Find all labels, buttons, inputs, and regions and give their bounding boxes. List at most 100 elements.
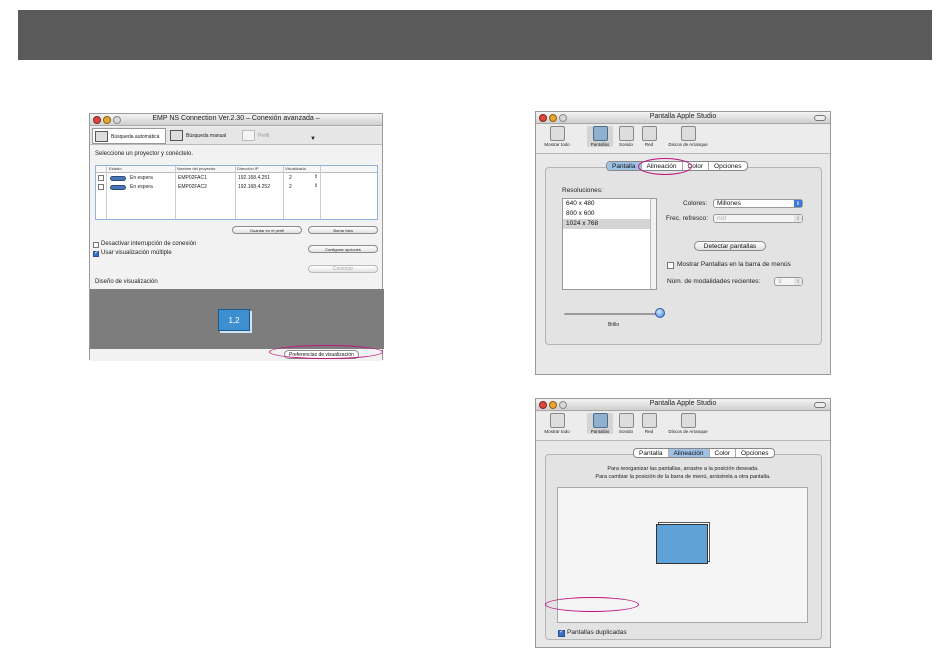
- display-preferences-button[interactable]: Preferencias de visualización: [284, 350, 359, 359]
- list-item[interactable]: 640 x 480: [563, 199, 656, 209]
- startup-disk-icon: [680, 126, 696, 141]
- search-tabs: Búsqueda automática Búsqueda manual Perf…: [90, 127, 382, 145]
- list-item[interactable]: 1024 x 768: [563, 219, 656, 229]
- display-stepper-icon[interactable]: ⇕: [314, 174, 318, 180]
- displays-button[interactable]: Pantallas: [587, 126, 613, 147]
- profile-icon: [242, 130, 255, 141]
- arrangement-instruction-2: Para cambiar la posición de la barra de …: [595, 474, 771, 480]
- auto-search-icon: [95, 131, 108, 142]
- multi-display-checkbox[interactable]: [93, 249, 99, 257]
- show-all-button[interactable]: Mostrar todo: [539, 126, 575, 147]
- sound-icon: [618, 126, 634, 141]
- mirror-displays-label: Pantallas duplicadas: [567, 629, 627, 636]
- col-ip: Dirección IP: [237, 166, 259, 171]
- arrangement-area[interactable]: [557, 487, 808, 623]
- clear-list-button[interactable]: Borrar lista: [308, 226, 378, 234]
- table-header: Estado Nombre del proyector Dirección IP…: [96, 166, 377, 173]
- mirror-displays-checkbox[interactable]: [558, 628, 565, 637]
- network-icon: [641, 126, 657, 141]
- chevron-updown-icon: ⇕: [794, 200, 802, 207]
- row-name: EMP02FAC2: [178, 184, 207, 190]
- resolutions-list[interactable]: 640 x 480 800 x 600 1024 x 768: [562, 198, 657, 290]
- refresh-popup[interactable]: n/d ⇕: [713, 214, 803, 223]
- tab-options[interactable]: Opciones: [736, 449, 773, 457]
- save-profile-button[interactable]: Guardar en el perfil: [232, 226, 302, 234]
- multi-display-label: Usar visualización múltiple: [101, 250, 172, 256]
- row-checkbox[interactable]: [98, 184, 104, 190]
- tab-bar: Pantalla Alineación Color Opciones: [633, 448, 775, 458]
- manual-search-icon: [170, 130, 183, 141]
- toolbar-toggle-button[interactable]: [814, 402, 826, 408]
- tab-auto-search[interactable]: Búsqueda automática: [92, 128, 166, 144]
- connect-button[interactable]: Conectar: [308, 265, 378, 273]
- network-button[interactable]: Red: [640, 126, 658, 147]
- row-checkbox[interactable]: [98, 175, 104, 181]
- projector-table: Estado Nombre del proyector Dirección IP…: [95, 165, 378, 220]
- col-display: Visualizació: [285, 166, 307, 171]
- footer-bar: Preferencias de visualización: [90, 349, 382, 361]
- tab-options[interactable]: Opciones: [709, 162, 746, 170]
- title-bar: Pantalla Apple Studio: [536, 112, 830, 124]
- tab-arrangement[interactable]: Alineación: [668, 449, 710, 457]
- row-status: En espera: [130, 184, 153, 190]
- display-box[interactable]: 1,2: [218, 309, 250, 331]
- row-display[interactable]: 2: [289, 175, 292, 181]
- recent-modes-popup[interactable]: 3 ⇕: [774, 277, 803, 286]
- detect-displays-button[interactable]: Detectar pantallas: [694, 241, 766, 251]
- show-all-button[interactable]: Mostrar todo: [539, 413, 575, 434]
- window-title: Pantalla Apple Studio: [649, 400, 717, 407]
- startup-disk-icon: [680, 413, 696, 428]
- displays-button[interactable]: Pantallas: [587, 413, 613, 434]
- chevron-updown-icon: ⇕: [794, 278, 802, 285]
- startup-disk-button[interactable]: Discos de Arranque: [660, 413, 716, 434]
- tab-manual-search[interactable]: Búsqueda manual: [168, 128, 238, 144]
- row-display[interactable]: 2: [289, 184, 292, 190]
- tab-color[interactable]: Color: [710, 449, 737, 457]
- display-layout-area[interactable]: 1,2: [90, 289, 384, 349]
- network-icon: [641, 413, 657, 428]
- tab-display[interactable]: Pantalla: [607, 162, 642, 170]
- title-bar: Pantalla Apple Studio: [536, 399, 830, 411]
- tab-display[interactable]: Pantalla: [634, 449, 669, 457]
- display-icon[interactable]: [656, 524, 708, 564]
- row-ip: 192.168.4.251: [238, 175, 270, 181]
- prefs-toolbar: Mostrar todo Pantallas Sonido Red Discos…: [536, 412, 830, 441]
- resolutions-label: Resoluciones:: [562, 187, 603, 194]
- chevron-updown-icon: ⇕: [794, 215, 802, 222]
- startup-disk-button[interactable]: Discos de Arranque: [660, 126, 716, 147]
- row-ip: 192.168.4.252: [238, 184, 270, 190]
- row-name: EMP02FAC1: [178, 175, 207, 181]
- display-stepper-icon[interactable]: ⇕: [314, 183, 318, 189]
- sound-button[interactable]: Sonido: [615, 126, 637, 147]
- profile-dropdown-icon: ▼: [310, 136, 316, 142]
- sound-icon: [618, 413, 634, 428]
- colors-popup[interactable]: Millones ⇕: [713, 199, 803, 208]
- brightness-label: Brillo: [608, 322, 620, 328]
- scrollbar[interactable]: [650, 199, 656, 289]
- config-options-button[interactable]: Configurar opciones: [308, 245, 378, 253]
- window-title: EMP NS Connection Ver.2.30 – Conexión av…: [152, 115, 320, 122]
- instruction-text: Seleccione un proyector y conéctelo.: [95, 151, 194, 157]
- brightness-slider-knob[interactable]: [655, 308, 665, 318]
- emp-connection-window: EMP NS Connection Ver.2.30 – Conexión av…: [89, 113, 384, 361]
- sound-button[interactable]: Sonido: [615, 413, 637, 434]
- show-in-menu-bar-checkbox[interactable]: [667, 262, 674, 269]
- list-item[interactable]: 800 x 600: [563, 209, 656, 219]
- show-all-icon: [549, 126, 565, 141]
- disable-interrupt-label: Desactivar interrupción de conexión: [101, 241, 197, 247]
- displays-icon: [592, 126, 608, 141]
- tab-arrangement[interactable]: Alineación: [642, 162, 683, 170]
- row-status: En espera: [130, 175, 153, 181]
- show-all-icon: [549, 413, 565, 428]
- colors-label: Colores:: [683, 200, 708, 207]
- tab-color[interactable]: Color: [683, 162, 710, 170]
- disable-interrupt-checkbox[interactable]: [93, 242, 99, 248]
- tab-profile[interactable]: Perfil ▼: [240, 128, 320, 144]
- toolbar-toggle-button[interactable]: [814, 115, 826, 121]
- network-button[interactable]: Red: [640, 413, 658, 434]
- col-status: Estado: [109, 166, 122, 171]
- window-title: Pantalla Apple Studio: [649, 113, 717, 120]
- display-layout-label: Diseño de visualización: [95, 279, 158, 285]
- brightness-slider[interactable]: [564, 313, 657, 315]
- refresh-label: Frec. refresco:: [666, 215, 708, 222]
